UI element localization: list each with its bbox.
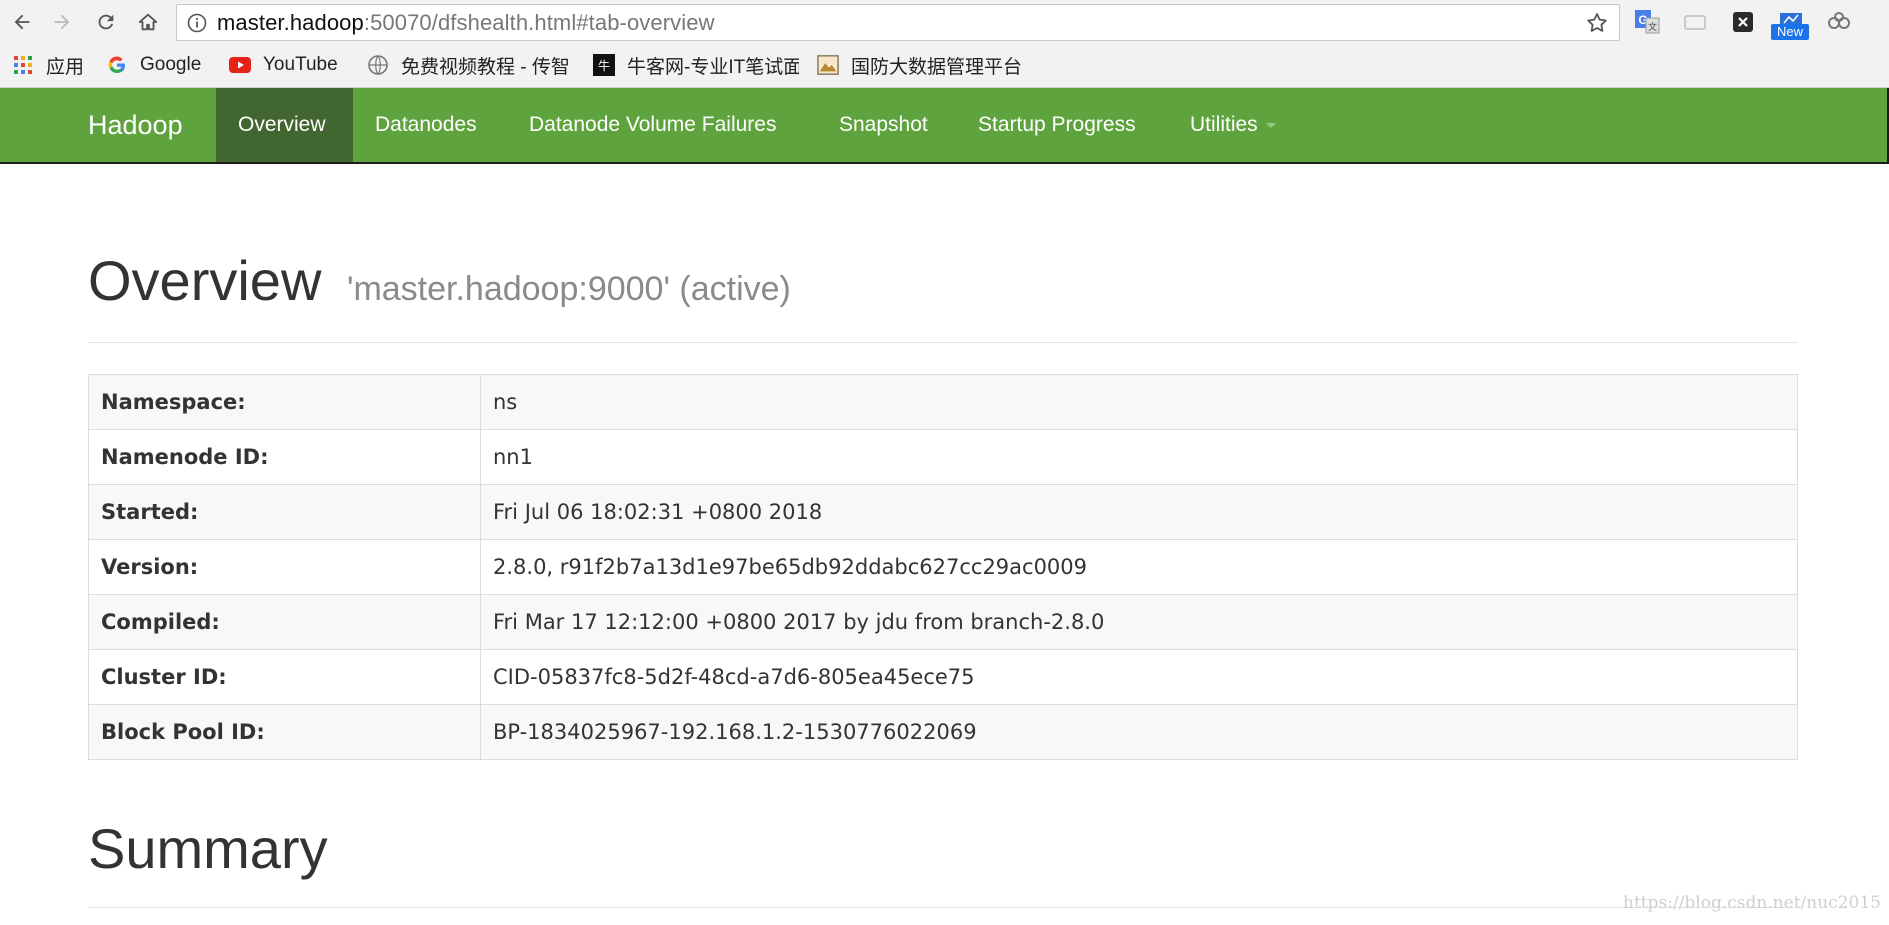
google-g-icon (106, 54, 128, 76)
url-text[interactable]: master.hadoop:50070/dfshealth.html#tab-o… (217, 10, 715, 36)
overview-subtitle: 'master.hadoop:9000' (active) (346, 270, 791, 308)
table-row: Namenode ID: nn1 (88, 429, 1798, 485)
row-value: ns (480, 374, 1798, 430)
row-label: Compiled: (88, 594, 481, 650)
hadoop-navbar: Hadoop Overview Datanodes Datanode Volum… (0, 88, 1889, 164)
table-row: Compiled: Fri Mar 17 12:12:00 +0800 2017 … (88, 594, 1798, 650)
bookmark-bigdata-platform[interactable]: 国防大数据管理平台 (817, 52, 1022, 78)
nav-utilities-dropdown[interactable]: Utilities (1168, 88, 1298, 162)
row-label: Cluster ID: (88, 649, 481, 705)
x-extension-icon[interactable] (1728, 7, 1758, 37)
url-host: master.hadoop (217, 9, 364, 35)
table-row: Cluster ID: CID-05837fc8-5d2f-48cd-a7d6-8… (88, 649, 1798, 705)
site-globe-icon (367, 54, 389, 76)
table-row: Block Pool ID: BP-1834025967-192.168.1.2-… (88, 704, 1798, 760)
bookmark-label: 免费视频教程 - 传智 (401, 56, 570, 78)
svg-text:文: 文 (1648, 21, 1657, 33)
bookmark-label: 应用 (46, 56, 85, 78)
caret-down-icon (1265, 122, 1276, 128)
nowcoder-icon: 牛 (593, 54, 615, 76)
bookmark-youtube[interactable]: YouTube (229, 52, 338, 78)
forward-arrow-icon (54, 14, 70, 30)
cast-extension-icon[interactable] (1680, 7, 1710, 37)
url-path: :50070/dfshealth.html#tab-overview (363, 9, 715, 35)
summary-header: Summary (88, 816, 1798, 908)
row-value: nn1 (480, 429, 1798, 485)
hadoop-brand[interactable]: Hadoop (88, 88, 183, 162)
reload-icon (98, 14, 114, 30)
overview-info-table: Namespace: ns Namenode ID: nn1 Started: Fri… (88, 374, 1798, 760)
nav-startup-progress[interactable]: Startup Progress (956, 88, 1158, 162)
row-value: CID-05837fc8-5d2f-48cd-a7d6-805ea45ece75 (480, 649, 1798, 705)
link-extension-icon[interactable] (1824, 7, 1854, 37)
youtube-icon (229, 54, 251, 76)
translate-extension-icon[interactable]: G文 (1632, 7, 1662, 37)
table-row: Started: Fri Jul 06 18:02:31 +0800 2018 (88, 484, 1798, 540)
watermark-text: https://blog.csdn.net/nuc2015 (1623, 893, 1881, 913)
bookmark-star-icon[interactable] (1585, 11, 1609, 35)
row-value: Fri Mar 17 12:12:00 +0800 2017 by jdu fr… (480, 594, 1798, 650)
nav-overview[interactable]: Overview (216, 88, 353, 162)
bookmark-image-icon (817, 54, 839, 76)
table-row: Namespace: ns (88, 374, 1798, 430)
nav-snapshot[interactable]: Snapshot (817, 88, 950, 162)
row-value: BP-1834025967-192.168.1.2-1530776022069 (480, 704, 1798, 760)
row-label: Namenode ID: (88, 429, 481, 485)
nav-datanode-volume-failures[interactable]: Datanode Volume Failures (507, 88, 798, 162)
bookmark-google[interactable]: Google (106, 52, 201, 78)
browser-chrome: master.hadoop:50070/dfshealth.html#tab-o… (0, 0, 1889, 88)
bookmarks-bar: 应用 Google YouTube 免费视频教程 - 传智 牛 牛客网-专业IT… (0, 46, 1889, 84)
row-value: Fri Jul 06 18:02:31 +0800 2018 (480, 484, 1798, 540)
bookmark-label: Google (140, 54, 202, 75)
table-row: Version: 2.8.0, r91f2b7a13d1e97be65db92dd… (88, 539, 1798, 595)
nav-utilities-label: Utilities (1190, 113, 1258, 136)
nav-datanodes[interactable]: Datanodes (353, 88, 499, 162)
forward-button[interactable] (48, 8, 76, 36)
reload-button[interactable] (92, 8, 120, 36)
row-value: 2.8.0, r91f2b7a13d1e97be65db92ddabc627cc… (480, 539, 1798, 595)
bookmark-nowcoder[interactable]: 牛 牛客网-专业IT笔试面 (593, 52, 799, 78)
bookmark-label: 牛客网-专业IT笔试面 (627, 56, 799, 78)
bookmark-label: YouTube (263, 54, 338, 75)
address-bar[interactable]: master.hadoop:50070/dfshealth.html#tab-o… (176, 4, 1620, 41)
row-label: Started: (88, 484, 481, 540)
overview-title: Overview (88, 249, 322, 312)
summary-title: Summary (88, 817, 328, 880)
row-label: Namespace: (88, 374, 481, 430)
row-label: Version: (88, 539, 481, 595)
bookmark-apps[interactable]: 应用 (12, 52, 84, 78)
site-info-icon[interactable] (177, 4, 217, 41)
new-badge: New (1771, 24, 1809, 40)
home-button[interactable] (134, 8, 162, 36)
home-icon (138, 13, 158, 31)
row-label: Block Pool ID: (88, 704, 481, 760)
back-button[interactable] (8, 8, 36, 36)
svg-text:牛: 牛 (598, 58, 610, 73)
bookmark-label: 国防大数据管理平台 (851, 56, 1023, 78)
back-arrow-icon (14, 14, 30, 30)
overview-header: Overview 'master.hadoop:9000' (active) (88, 248, 1798, 343)
apps-grid-icon (12, 54, 34, 76)
bookmark-video-tutorial[interactable]: 免费视频教程 - 传智 (367, 52, 571, 78)
browser-toolbar: master.hadoop:50070/dfshealth.html#tab-o… (0, 0, 1889, 44)
page-title: Overview 'master.hadoop:9000' (active) (88, 248, 1798, 313)
